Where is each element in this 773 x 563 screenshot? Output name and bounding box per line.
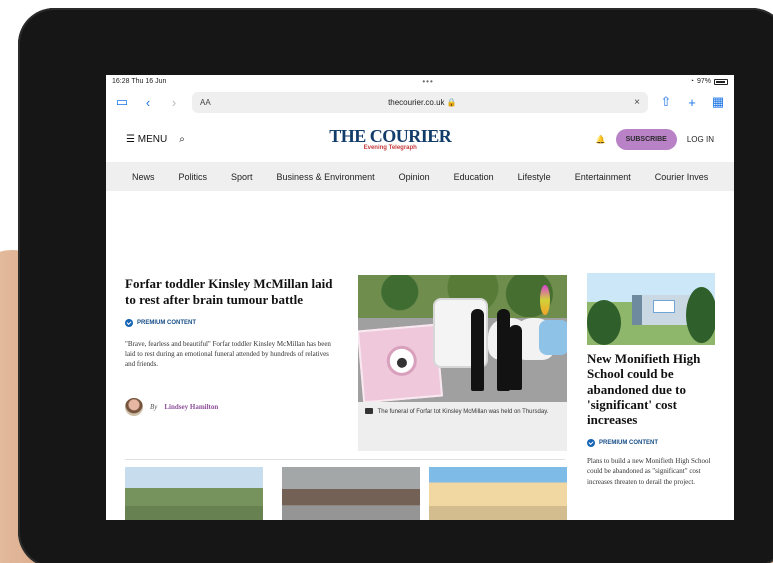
school-sign [653, 300, 675, 313]
site-header: ☰ MENU ⌕ THE COURIER Evening Telegraph 🔔… [106, 116, 734, 162]
news-content: Forfar toddler Kinsley McMillan laid to … [106, 191, 734, 520]
thumbnail-road-photo[interactable] [125, 467, 263, 520]
pink-memorial-sign [358, 323, 444, 402]
header-right-controls: 🔔 SUBSCRIBE LOG IN [596, 128, 714, 150]
menu-label: MENU [137, 133, 168, 145]
premium-check-icon [125, 318, 133, 327]
story-divider [125, 459, 565, 460]
rainbow-plume [540, 285, 550, 315]
side-story-title[interactable]: New Monifieth High School could be aband… [587, 351, 715, 428]
nav-item-sport[interactable]: Sport [231, 172, 253, 182]
lead-story-byline[interactable]: By Lindsey Hamilton [125, 398, 340, 417]
multitasking-dots[interactable]: ••• [422, 77, 433, 86]
wifi-icon: ◔ [689, 78, 694, 85]
status-time: 16:28 [112, 78, 130, 85]
thumbnail-building-photo[interactable] [282, 467, 420, 520]
back-chevron-icon[interactable]: ‹ [140, 94, 156, 110]
tabs-grid-icon[interactable]: ▦ [710, 94, 726, 110]
side-premium-label: PREMIUM CONTENT [599, 439, 658, 446]
nav-item-opinion[interactable]: Opinion [399, 172, 430, 182]
premium-check-icon [587, 438, 595, 447]
search-icon[interactable]: ⌕ [179, 134, 185, 145]
mourner [471, 309, 484, 391]
the-courier-logo[interactable]: THE COURIER Evening Telegraph [329, 126, 452, 151]
funeral-photo-card[interactable]: The funeral of Forfar tot Kinsley McMill… [358, 275, 567, 451]
share-icon[interactable]: ⇧ [658, 94, 674, 110]
blue-car [539, 320, 567, 355]
status-date: Thu 16 Jun [131, 78, 167, 85]
nav-item-entertainment[interactable]: Entertainment [575, 172, 631, 182]
nav-item-business-environment[interactable]: Business & Environment [277, 172, 375, 182]
battery-icon [713, 78, 728, 85]
subscribe-button[interactable]: SUBSCRIBE [615, 128, 677, 150]
status-bar: 16:28 Thu 16 Jun ••• ◔ 97% [106, 75, 734, 88]
battery-percentage: 97% [696, 78, 711, 85]
bell-icon[interactable]: 🔔 [596, 135, 606, 144]
nav-item-news[interactable]: News [132, 172, 155, 182]
lead-story-title[interactable]: Forfar toddler Kinsley McMillan laid to … [125, 276, 340, 308]
address-bar[interactable]: AA thecourier.co.uk 🔒 × [192, 91, 648, 113]
text-size-button[interactable]: AA [200, 98, 211, 107]
tree-left [587, 300, 621, 345]
logo-title: THE COURIER [329, 126, 452, 146]
school-photo[interactable] [587, 273, 715, 345]
lead-premium-badge: PREMIUM CONTENT [125, 318, 340, 327]
byline-prefix: By [150, 403, 158, 412]
sidebar-icon[interactable]: ▭ [114, 94, 130, 110]
side-story-summary: Plans to build a new Monifieth High Scho… [587, 456, 711, 486]
login-button[interactable]: LOG IN [687, 135, 714, 144]
nav-item-politics[interactable]: Politics [179, 172, 208, 182]
author-avatar [125, 398, 143, 417]
thumbnail-sandstone-building-photo[interactable] [429, 467, 567, 520]
lock-icon: 🔒 [446, 97, 457, 107]
funeral-photo[interactable] [358, 275, 567, 402]
header-left-controls: ☰ MENU ⌕ [126, 134, 185, 145]
mourner [509, 325, 522, 390]
main-navigation: News Politics Sport Business & Environme… [106, 162, 734, 191]
nav-item-lifestyle[interactable]: Lifestyle [518, 172, 551, 182]
close-icon[interactable]: × [634, 97, 640, 108]
side-premium-badge: PREMIUM CONTENT [587, 438, 715, 447]
child-portrait [385, 344, 419, 378]
status-time-date: 16:28 Thu 16 Jun [112, 78, 166, 85]
lead-story[interactable]: Forfar toddler Kinsley McMillan laid to … [125, 276, 340, 417]
ipad-screen: 16:28 Thu 16 Jun ••• ◔ 97% ▭ ‹ › AA thec… [106, 75, 734, 520]
tree-right [686, 287, 715, 343]
lead-story-summary: "Brave, fearless and beautiful" Forfar t… [125, 339, 331, 368]
browser-toolbar: ▭ ‹ › AA thecourier.co.uk 🔒 × ⇧ + ▦ [106, 88, 734, 116]
url-text: thecourier.co.uk 🔒 [388, 97, 457, 107]
photo-caption: The funeral of Forfar tot Kinsley McMill… [358, 402, 567, 422]
nav-item-education[interactable]: Education [454, 172, 494, 182]
forward-chevron-icon[interactable]: › [166, 94, 182, 110]
menu-button[interactable]: ☰ MENU [126, 134, 167, 145]
lead-premium-label: PREMIUM CONTENT [137, 319, 196, 326]
author-name[interactable]: Lindsey Hamilton [164, 403, 218, 411]
status-indicators: ◔ 97% [690, 78, 728, 85]
hamburger-menu-icon: ☰ [126, 133, 135, 145]
nav-item-courier-investigations[interactable]: Courier Inves [655, 172, 709, 182]
side-story[interactable]: New Monifieth High School could be aband… [587, 273, 715, 487]
camera-icon [365, 408, 373, 414]
plus-icon[interactable]: + [684, 94, 700, 110]
ipad-frame: 16:28 Thu 16 Jun ••• ◔ 97% ▭ ‹ › AA thec… [18, 8, 773, 563]
photo-caption-text: The funeral of Forfar tot Kinsley McMill… [377, 409, 549, 415]
